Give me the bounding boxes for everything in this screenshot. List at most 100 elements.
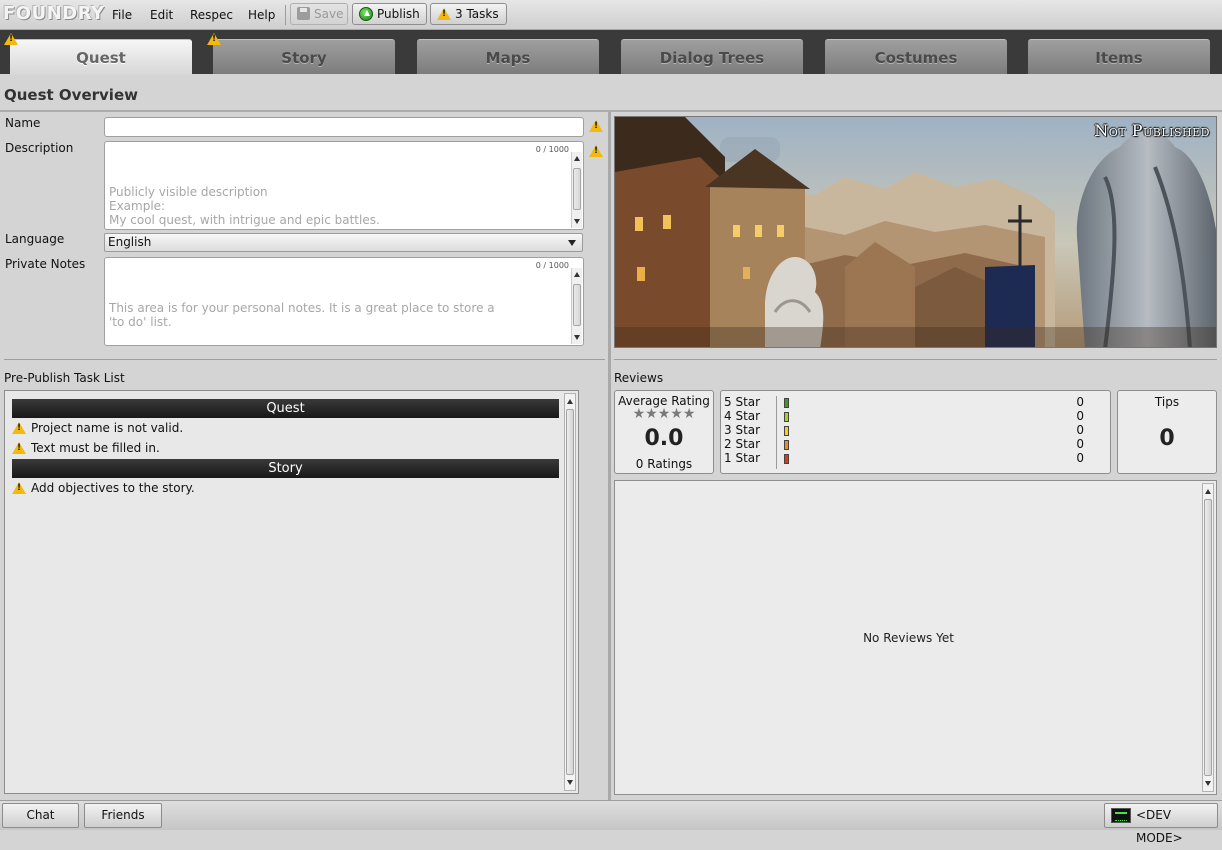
breakdown-label: 3 Star bbox=[724, 423, 761, 437]
dev-monitor-icon bbox=[1111, 808, 1131, 823]
menu-respec[interactable]: Respec bbox=[190, 8, 233, 22]
rating-bar-4 bbox=[784, 412, 789, 422]
breakdown-count: 0 bbox=[1076, 437, 1084, 451]
name-input[interactable] bbox=[104, 117, 584, 137]
breakdown-label: 1 Star bbox=[724, 451, 761, 465]
language-value: English bbox=[108, 235, 152, 249]
quest-preview-image: Not Published bbox=[614, 116, 1217, 348]
name-warning-icon bbox=[589, 120, 603, 132]
tab-dialog-trees[interactable]: Dialog Trees bbox=[621, 39, 803, 74]
reviews-scrollbar[interactable] bbox=[1202, 483, 1214, 792]
breakdown-label: 4 Star bbox=[724, 409, 761, 423]
description-label: Description bbox=[5, 141, 74, 155]
description-counter: 0 / 1000 bbox=[535, 145, 569, 154]
scroll-down-icon[interactable] bbox=[574, 219, 580, 224]
tab-costumes[interactable]: Costumes bbox=[825, 39, 1007, 74]
tab-strip: Quest Story Maps Dialog Trees Costumes I… bbox=[0, 30, 1222, 75]
notes-placeholder: This area is for your personal notes. It… bbox=[109, 301, 495, 329]
language-label: Language bbox=[5, 232, 65, 246]
private-notes-textarea[interactable]: 0 / 1000 This area is for your personal … bbox=[104, 257, 584, 346]
panel-splitter[interactable] bbox=[608, 112, 611, 800]
breakdown-count: 0 bbox=[1076, 451, 1084, 465]
save-label: Save bbox=[314, 7, 344, 21]
tasks-button[interactable]: 3 Tasks bbox=[430, 3, 507, 25]
scroll-thumb[interactable] bbox=[566, 409, 574, 775]
description-warning-icon bbox=[589, 145, 603, 157]
rating-breakdown-box: 5 Star 0 4 Star 0 3 Star 0 2 Star 0 1 St… bbox=[720, 390, 1111, 474]
reviews-list: No Reviews Yet bbox=[614, 480, 1217, 795]
chat-button[interactable]: Chat bbox=[2, 803, 79, 828]
rating-bar-3 bbox=[784, 426, 789, 436]
scroll-up-icon[interactable] bbox=[1205, 489, 1211, 494]
section-divider bbox=[4, 359, 605, 360]
menu-help[interactable]: Help bbox=[248, 8, 275, 22]
warning-icon bbox=[12, 442, 26, 454]
scroll-up-icon[interactable] bbox=[567, 399, 573, 404]
tab-label: Story bbox=[281, 49, 327, 67]
tab-quest-warning-icon bbox=[4, 33, 18, 45]
disk-icon bbox=[297, 7, 310, 20]
list-item[interactable]: Project name is not valid. bbox=[12, 420, 183, 436]
warning-icon bbox=[12, 422, 26, 434]
dev-mode-label: <DEV MODE> bbox=[1136, 808, 1183, 845]
menu-bar: FOUNDRY File Edit Respec Help Save Publi… bbox=[0, 0, 1222, 30]
section-divider bbox=[614, 359, 1217, 360]
no-reviews-text: No Reviews Yet bbox=[863, 631, 954, 645]
list-item[interactable]: Text must be filled in. bbox=[12, 440, 160, 456]
tab-label: Quest bbox=[76, 49, 126, 67]
foundry-logo: FOUNDRY bbox=[3, 3, 105, 24]
star-icon: ★ bbox=[632, 406, 646, 422]
scroll-thumb[interactable] bbox=[573, 284, 581, 326]
notes-counter: 0 / 1000 bbox=[535, 261, 569, 270]
scroll-up-icon[interactable] bbox=[574, 272, 580, 277]
breakdown-count: 0 bbox=[1076, 395, 1084, 409]
breakdown-label: 5 Star bbox=[724, 395, 761, 409]
task-list-title: Pre-Publish Task List bbox=[4, 371, 125, 385]
description-textarea[interactable]: 0 / 1000 Publicly visible description Ex… bbox=[104, 141, 584, 230]
tab-label: Dialog Trees bbox=[659, 49, 765, 67]
private-notes-label: Private Notes bbox=[5, 257, 86, 271]
star-icon: ★ bbox=[670, 406, 683, 422]
breakdown-label: 2 Star bbox=[724, 437, 761, 451]
publish-button[interactable]: Publish bbox=[352, 3, 427, 25]
scroll-up-icon[interactable] bbox=[574, 156, 580, 161]
city-scene-illustration bbox=[615, 117, 1216, 347]
star-icon: ★ bbox=[657, 406, 671, 422]
scroll-down-icon[interactable] bbox=[1205, 781, 1211, 786]
friends-button[interactable]: Friends bbox=[84, 803, 162, 828]
tab-label: Costumes bbox=[874, 49, 958, 67]
status-bar: Chat Friends <DEV MODE> bbox=[0, 800, 1222, 845]
task-list: Quest Project name is not valid. Text mu… bbox=[4, 390, 579, 794]
average-rating-box: Average Rating ★★★★★ 0.0 0 Ratings bbox=[614, 390, 714, 474]
description-scrollbar[interactable] bbox=[571, 152, 582, 228]
tab-maps[interactable]: Maps bbox=[417, 39, 599, 74]
scroll-thumb[interactable] bbox=[573, 168, 581, 210]
list-item[interactable]: Add objectives to the story. bbox=[12, 480, 195, 496]
task-text: Text must be filled in. bbox=[31, 441, 160, 455]
page-title: Quest Overview bbox=[4, 86, 138, 104]
publish-icon bbox=[359, 6, 373, 21]
tab-story[interactable]: Story bbox=[213, 39, 395, 74]
scroll-down-icon[interactable] bbox=[574, 335, 580, 340]
language-select[interactable]: English bbox=[104, 233, 583, 252]
task-text: Project name is not valid. bbox=[31, 421, 184, 435]
tips-value: 0 bbox=[1159, 426, 1175, 451]
header-divider bbox=[0, 110, 1222, 112]
dev-mode-button[interactable]: <DEV MODE> bbox=[1104, 803, 1218, 845]
task-list-scrollbar[interactable] bbox=[564, 393, 576, 791]
tab-story-warning-icon bbox=[207, 33, 221, 45]
tips-box: Tips 0 bbox=[1117, 390, 1217, 474]
save-button[interactable]: Save bbox=[290, 3, 348, 25]
tab-quest[interactable]: Quest bbox=[10, 39, 192, 75]
star-icon: ★ bbox=[645, 406, 658, 422]
breakdown-count: 0 bbox=[1076, 409, 1084, 423]
menu-file[interactable]: File bbox=[112, 8, 132, 22]
notes-scrollbar[interactable] bbox=[571, 268, 582, 344]
scroll-thumb[interactable] bbox=[1204, 499, 1212, 776]
toolbar-separator bbox=[285, 5, 286, 25]
tab-items[interactable]: Items bbox=[1028, 39, 1210, 74]
chevron-down-icon bbox=[568, 240, 576, 246]
publish-label: Publish bbox=[377, 7, 420, 21]
scroll-down-icon[interactable] bbox=[567, 780, 573, 785]
menu-edit[interactable]: Edit bbox=[150, 8, 173, 22]
